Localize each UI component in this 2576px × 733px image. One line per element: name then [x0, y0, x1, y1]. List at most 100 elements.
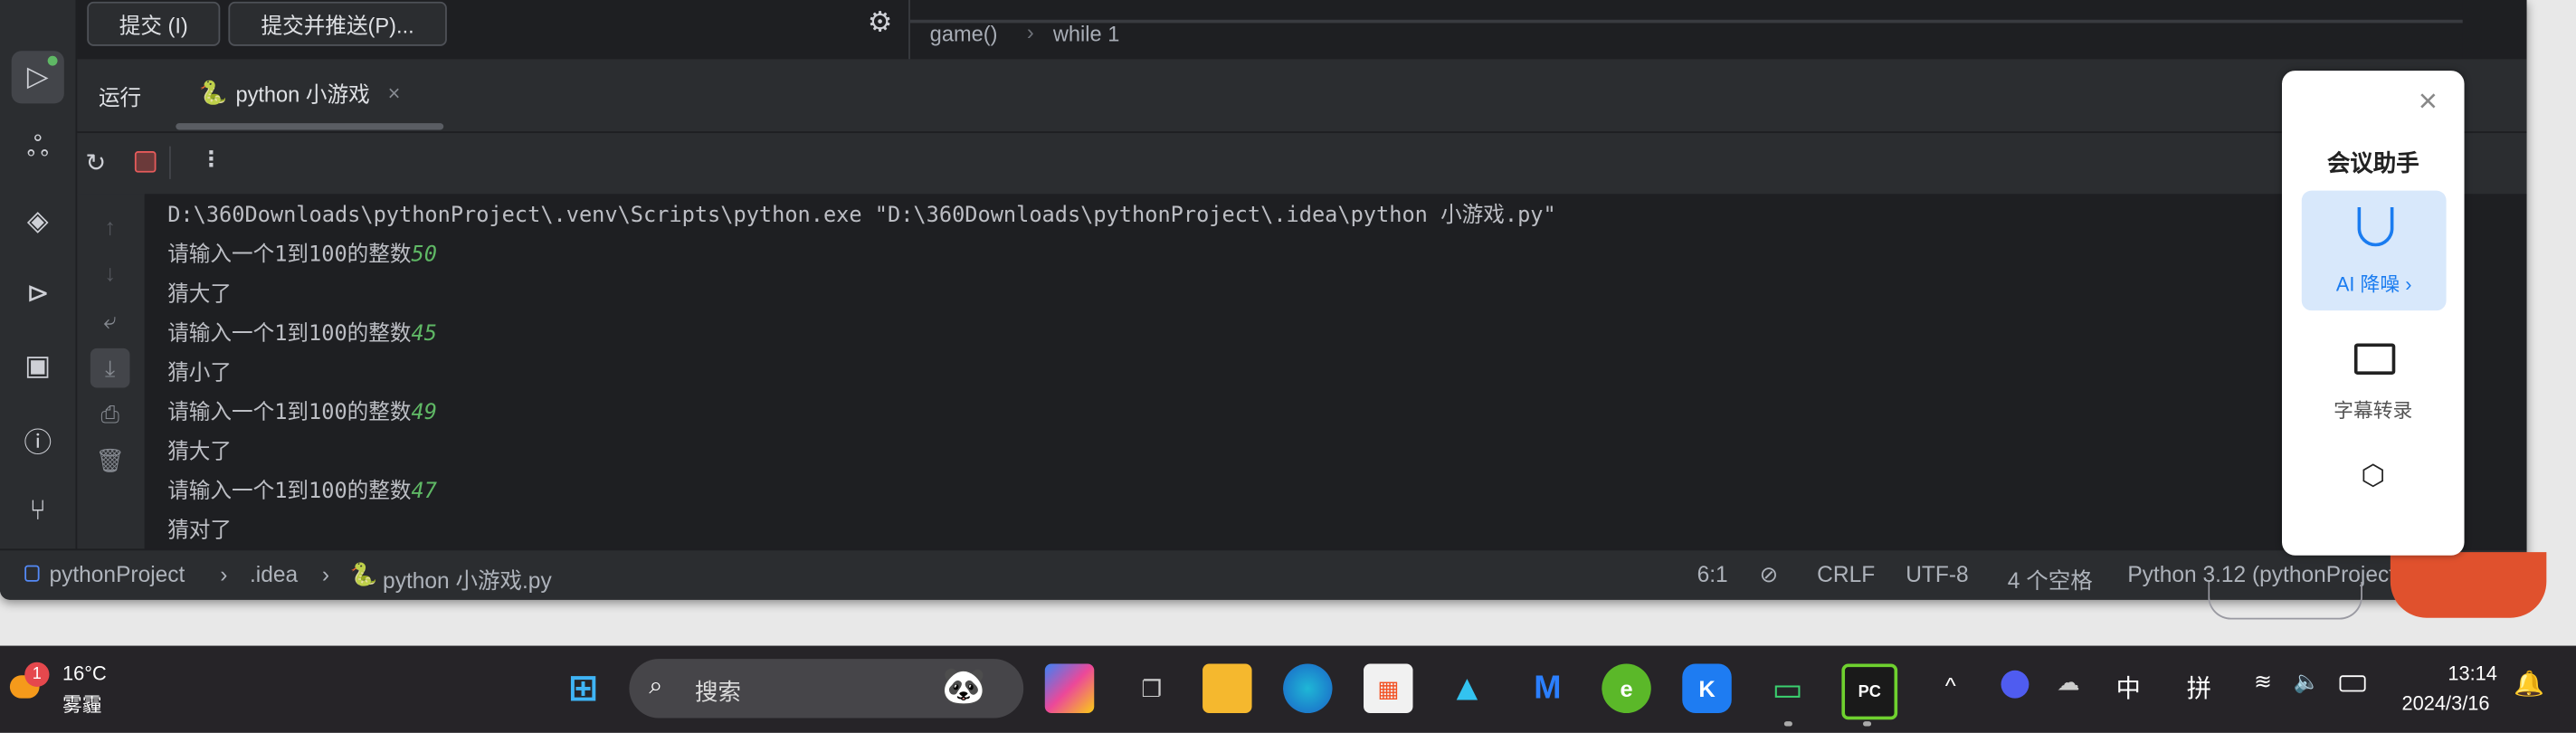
commit-panel: 提交 (I) 提交并推送(P)... ⚙ [77, 0, 909, 60]
background-button[interactable] [2208, 581, 2362, 620]
search-highlight-icon: 🐼 [941, 665, 987, 707]
task-view-icon[interactable]: ❐ [1127, 664, 1176, 713]
microphone-icon [2357, 206, 2394, 247]
run-tab[interactable]: 🐍 python 小游戏 × [199, 77, 401, 108]
weather-badge: 1 [24, 662, 50, 687]
close-icon[interactable]: × [2419, 84, 2438, 122]
run-tool-icon[interactable]: ▷ [11, 51, 64, 104]
status-path-folder[interactable]: .idea [250, 562, 298, 586]
panel-title: 会议助手 [2326, 149, 2419, 176]
file-explorer-icon[interactable] [1202, 663, 1252, 714]
chevron-right-icon: › [1026, 19, 1034, 45]
chevron-up-icon[interactable]: ^ [1945, 672, 1956, 699]
console-gutter: ↑ ↓ ⤶ ⤓ ⎙ 🗑 [77, 194, 145, 549]
background-primary-button[interactable] [2390, 552, 2547, 618]
layers-icon[interactable]: ◈ [12, 195, 64, 248]
terminal-icon[interactable]: ▣ [12, 340, 64, 393]
onedrive-icon[interactable]: ☁ [2057, 669, 2079, 697]
status-path-file[interactable]: python 小游戏.py [383, 562, 552, 595]
wechat-icon[interactable]: ▭ [1763, 664, 1811, 713]
edge-icon[interactable] [1283, 663, 1333, 714]
run-title: 运行 [98, 85, 142, 110]
chevron-right-icon: › [220, 561, 228, 587]
ai-noise-label: AI 降噪 [2335, 272, 2400, 296]
browser-e-icon[interactable]: e [1602, 663, 1651, 714]
git-icon[interactable]: ⑂ [12, 485, 64, 538]
ime-mode[interactable]: 拼 [2187, 671, 2211, 705]
caption-icon[interactable] [2353, 343, 2396, 375]
console-line: 请输入一个1到100的整数47 [167, 480, 437, 505]
services-icon[interactable]: ⊳ [12, 268, 64, 320]
status-path-project[interactable]: pythonProject [49, 562, 185, 586]
weather-desc[interactable]: 雾霾 [62, 690, 102, 719]
console-output[interactable]: D:\360Downloads\pythonProject\.venv\Scri… [144, 194, 2527, 549]
trash-icon[interactable]: 🗑 [90, 441, 130, 481]
console-line: 猜对了 [167, 519, 233, 544]
weather-temp[interactable]: 16°C [62, 662, 107, 685]
caption-transcribe-label[interactable]: 字幕转录 [2282, 396, 2465, 424]
meeting-assistant-panel: × 会议助手 AI 降噪 › 字幕转录 ⬡ [2282, 71, 2465, 556]
ime-language[interactable]: 中 [2116, 671, 2141, 705]
console-command: D:\360Downloads\pythonProject\.venv\Scri… [167, 204, 1556, 229]
commit-push-button[interactable]: 提交并推送(P)... [228, 1, 447, 46]
copilot-icon[interactable] [1044, 663, 1095, 714]
file-encoding[interactable]: UTF-8 [1906, 562, 1968, 586]
weather-icon[interactable]: 1 [6, 662, 52, 709]
wifi-icon[interactable]: ≋ [2254, 669, 2272, 695]
volume-icon[interactable]: 🔈 [2294, 669, 2320, 695]
rerun-icon[interactable]: ↻ [85, 148, 106, 177]
close-tab-icon[interactable]: × [388, 81, 401, 105]
console-line: 请输入一个1到100的整数45 [167, 321, 437, 347]
ide-window: ▷ ஃ ◈ ⊳ ▣ ⓘ ⑂ 提交 (I) 提交并推送(P)... ⚙ game(… [0, 0, 2527, 600]
pycharm-icon[interactable]: PC [1841, 663, 1898, 720]
tab-scrollbar[interactable] [176, 123, 444, 130]
ai-noise-reduction-button[interactable]: AI 降噪 › [2301, 190, 2447, 311]
tool-window-bar: ▷ ஃ ◈ ⊳ ▣ ⓘ ⑂ [0, 0, 78, 549]
clock-date[interactable]: 2024/3/16 [2402, 691, 2490, 714]
chevron-right-icon: › [321, 561, 330, 587]
arrow-down-icon[interactable]: ↓ [90, 253, 130, 293]
console-line: 请输入一个1到100的整数49 [167, 401, 437, 426]
arrow-up-icon[interactable]: ↑ [90, 207, 130, 247]
problems-icon[interactable]: ⓘ [12, 413, 64, 465]
python-icon: 🐍 [198, 79, 228, 106]
notification-bell-icon[interactable]: 🔔 [2514, 669, 2544, 699]
clock-time[interactable]: 13:14 [2448, 662, 2497, 685]
search-icon: ⌕ [649, 671, 663, 700]
more-options-icon[interactable]: ⋮ [201, 147, 223, 173]
console-line: 猜大了 [167, 440, 233, 465]
indent-setting[interactable]: 4 个空格 [2008, 562, 2093, 595]
soft-wrap-icon[interactable]: ⤶ [90, 300, 130, 340]
console-line: 请输入一个1到100的整数50 [167, 243, 437, 268]
status-bar: pythonProject › .idea › 🐍 python 小游戏.py … [0, 548, 2527, 600]
console-line: 猜大了 [167, 282, 233, 308]
commit-button[interactable]: 提交 (I) [87, 1, 221, 46]
breadcrumb-function[interactable]: game() [930, 22, 998, 46]
search-box[interactable]: ⌕ 搜索 🐼 [629, 659, 1024, 719]
windows-start-icon[interactable]: ⊞ [558, 664, 607, 713]
caret-position[interactable]: 6:1 [1697, 562, 1728, 586]
scroll-to-end-icon[interactable]: ⤓ [90, 347, 130, 388]
stop-icon[interactable] [134, 151, 157, 173]
editor-breadcrumb: game() › while 1 [908, 0, 2463, 60]
settings-icon[interactable]: ⬡ [2282, 460, 2465, 492]
taskbar: 1 16°C 雾霾 ⊞ ⌕ 搜索 🐼 ❐ ▦ ▲ M e K ▭ PC ^ ☁ … [0, 645, 2576, 733]
python-console-icon[interactable]: ஃ [12, 123, 64, 176]
store-icon[interactable]: ▦ [1364, 663, 1413, 714]
print-icon[interactable]: ⎙ [90, 395, 130, 434]
battery-icon[interactable] [2339, 675, 2366, 692]
gear-icon[interactable]: ⚙ [868, 6, 893, 39]
console-line: 猜小了 [167, 361, 233, 386]
app-m-icon[interactable]: M [1523, 664, 1572, 713]
inspection-off-icon[interactable]: ⊘ [1760, 562, 1779, 588]
project-icon [24, 565, 40, 582]
search-placeholder: 搜索 [695, 678, 741, 705]
app-k-icon[interactable]: K [1682, 663, 1732, 714]
breadcrumb-loop[interactable]: while 1 [1053, 22, 1119, 46]
line-ending[interactable]: CRLF [1817, 562, 1875, 586]
python-icon: 🐍 [349, 561, 378, 587]
run-tool-header: 运行 🐍 python 小游戏 × [77, 59, 2527, 132]
run-tab-label: python 小游戏 [235, 81, 370, 108]
app-a-icon[interactable]: ▲ [1442, 664, 1491, 713]
tray-app-icon[interactable] [2001, 670, 2029, 699]
